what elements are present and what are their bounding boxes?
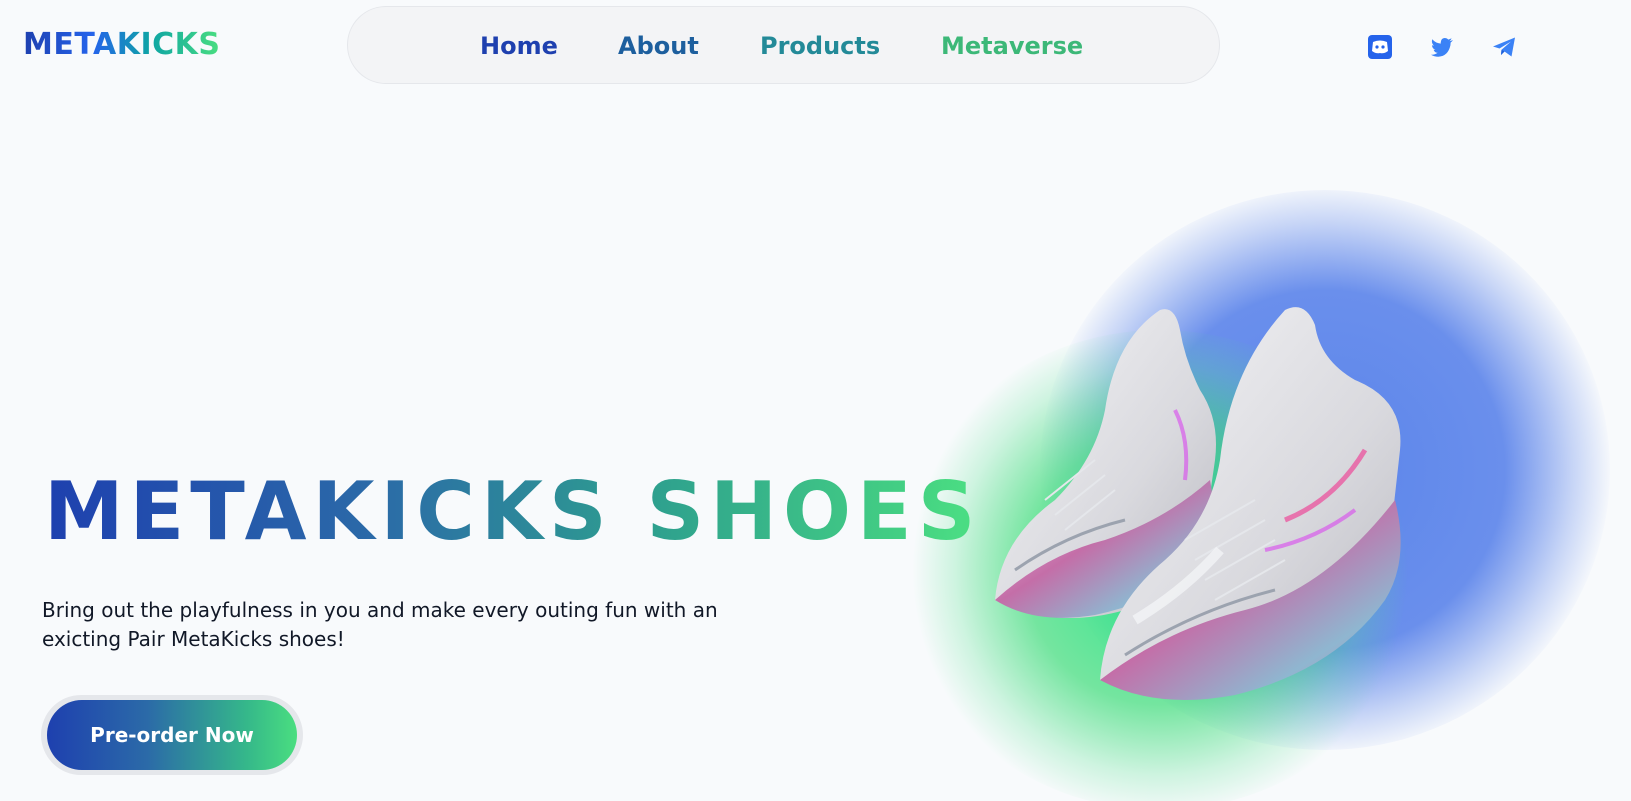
preorder-button[interactable]: Pre-order Now xyxy=(47,700,297,770)
nav-item-home[interactable]: Home xyxy=(480,30,558,62)
nav-item-about[interactable]: About xyxy=(618,30,699,62)
hero-subtitle: Bring out the playfulness in you and mak… xyxy=(42,598,718,651)
discord-icon[interactable] xyxy=(1367,34,1393,60)
social-links xyxy=(1367,34,1517,60)
telegram-icon[interactable] xyxy=(1491,34,1517,60)
preorder-button-wrap: Pre-order Now xyxy=(41,695,303,775)
sneakers-image xyxy=(995,307,1401,700)
main-nav: Home About Products Metaverse xyxy=(347,6,1220,84)
brand-logo[interactable]: METAKICKS xyxy=(23,27,220,63)
nav-item-products[interactable]: Products xyxy=(760,30,880,62)
nav-item-metaverse[interactable]: Metaverse xyxy=(941,30,1083,62)
hero-title: METAKICKS SHOES xyxy=(44,465,982,558)
twitter-icon[interactable] xyxy=(1429,34,1455,60)
